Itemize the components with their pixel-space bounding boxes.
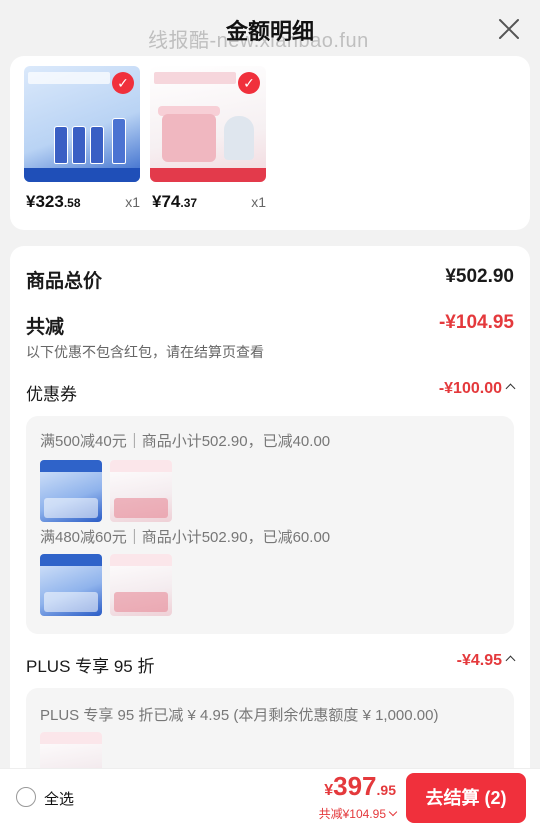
total-discount-label: 共减 [26,317,65,338]
coupon-rule: 满500减40元｜商品小计502.90，已减40.00 [40,433,331,450]
product-quantity: x1 [251,194,266,210]
product-mini-thumbnail [110,460,172,522]
checkout-bar: 全选 ¥397.95 共减¥104.95 去结算 (2) [0,768,540,824]
chevron-up-icon [505,383,516,394]
product-mini-thumbnail [40,460,102,522]
plus-discount-label: PLUS 专享 95 折 [26,657,155,676]
saved-amount-toggle[interactable]: 共减¥104.95 [319,806,398,822]
total-discount-row: 共减 -¥104.95 [26,312,514,339]
total-price-row: 商品总价 ¥502.90 [26,266,514,293]
chevron-up-icon [505,655,516,666]
total-price-label: 商品总价 [26,271,103,292]
close-icon[interactable] [498,18,520,40]
total-discount-value: -¥104.95 [438,312,514,333]
coupon-detail-box: 满500减40元｜商品小计502.90，已减40.00 满480减60元｜商品小… [26,416,514,634]
product-quantity: x1 [125,194,140,210]
selected-check-icon[interactable]: ✓ [112,72,134,94]
page-title: 金额明细 [225,19,314,44]
plus-detail-text: PLUS 专享 95 折已减 ¥ 4.95 (本月剩余优惠额度 ¥ 1,000.… [40,707,439,724]
product-price: ¥74.37 [152,192,198,211]
selected-check-icon[interactable]: ✓ [238,72,260,94]
total-summary: ¥397.95 共减¥104.95 [319,771,398,822]
coupon-value[interactable]: -¥100.00 [439,380,516,398]
total-price-value: ¥502.90 [445,266,514,287]
select-all-label[interactable]: 全选 [44,788,74,809]
plus-discount-value[interactable]: -¥4.95 [457,652,516,670]
product-price: ¥323.58 [26,192,81,211]
coupon-rule: 满480减60元｜商品小计502.90，已减60.00 [40,529,331,546]
checkout-button[interactable]: 去结算 (2) [406,773,526,823]
product-item[interactable]: ✓ ¥323.58 x1 [24,66,140,211]
discount-note: 以下优惠不包含红包，请在结算页查看 [26,344,264,360]
chevron-down-icon [388,807,398,817]
header: 线报酷-new.xianbao.fun 金额明细 [0,0,540,60]
coupon-label: 优惠券 [26,385,77,404]
product-list-card: ✓ ¥323.58 x1 ✓ ¥74.37 x1 [10,56,530,230]
coupon-row[interactable]: 优惠券 -¥100.00 [26,380,516,405]
product-mini-thumbnail [40,554,102,616]
product-mini-thumbnail [110,554,172,616]
payable-amount: ¥397.95 [324,771,396,801]
select-all-radio[interactable] [16,787,36,807]
plus-discount-row[interactable]: PLUS 专享 95 折 -¥4.95 [26,652,516,677]
price-detail-card: 商品总价 ¥502.90 共减 -¥104.95 以下优惠不包含红包，请在结算页… [10,246,530,824]
product-item[interactable]: ✓ ¥74.37 x1 [150,66,266,211]
